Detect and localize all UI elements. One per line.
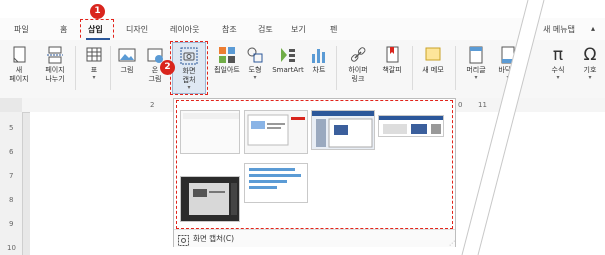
cut-separator bbox=[461, 0, 545, 255]
